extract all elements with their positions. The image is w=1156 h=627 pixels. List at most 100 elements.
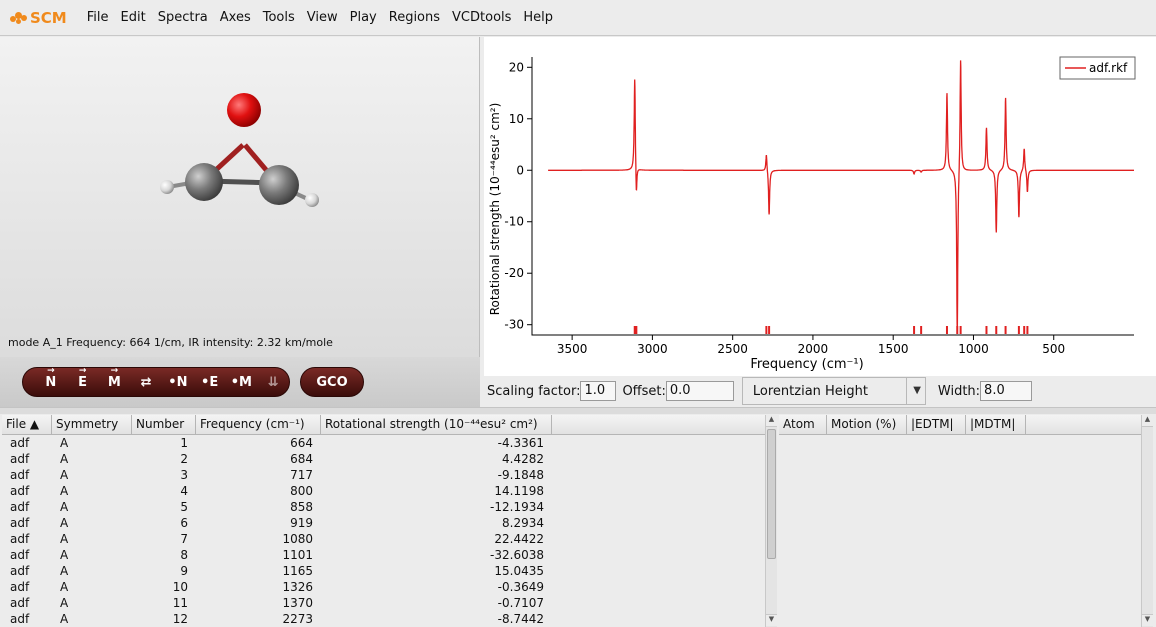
atoms-table: Atom Motion (%) |EDTM| |MDTM| (779, 415, 1141, 627)
table-cell: adf (10, 612, 30, 626)
table-row[interactable]: adf A 2 684 4.4282 (2, 451, 766, 467)
menu-bar: SCM File Edit Spectra Axes Tools View Pl… (0, 0, 1156, 36)
table-row[interactable]: adf A 8 1101 -32.6038 (2, 547, 766, 563)
table-row[interactable]: adf A 12 2273 -8.7442 (2, 611, 766, 627)
menu-play[interactable]: Play (344, 10, 383, 25)
table-cell: 7 (180, 532, 188, 546)
swap-arrows-button[interactable]: ⇄ (130, 375, 162, 390)
scroll-down-icon[interactable]: ▼ (1142, 614, 1153, 626)
menu-edit[interactable]: Edit (115, 10, 152, 25)
table-cell: 22.4422 (494, 532, 544, 546)
vector-e-button[interactable]: → E (67, 366, 99, 390)
dot-e-button[interactable]: •E (194, 375, 226, 390)
table-cell: 10 (172, 580, 188, 594)
menu-spectra[interactable]: Spectra (152, 10, 214, 25)
table-cell: 9 (180, 564, 188, 578)
lineshape-select[interactable]: Lorentzian Height ▼ (741, 377, 926, 405)
table-cell: adf (10, 564, 30, 578)
table-cell: 8.2934 (502, 516, 544, 530)
table-row[interactable]: adf A 4 800 14.1198 (2, 483, 766, 499)
column-header-rotational-strength[interactable]: Rotational strength (10⁻⁴⁴esu² cm²) (321, 415, 552, 434)
table-cell: 717 (290, 468, 313, 482)
menu-help[interactable]: Help (517, 10, 559, 25)
table-row[interactable]: adf A 3 717 -9.1848 (2, 467, 766, 483)
menu-view[interactable]: View (301, 10, 344, 25)
menu-regions[interactable]: Regions (383, 10, 446, 25)
molecule-viewer[interactable]: mode A_1 Frequency: 664 1/cm, IR intensi… (0, 37, 480, 357)
panel-splitter[interactable] (0, 407, 1156, 414)
column-header-motion[interactable]: Motion (%) (827, 415, 907, 434)
table-row[interactable]: adf A 1 664 -4.3361 (2, 435, 766, 451)
offset-input[interactable]: 0.0 (665, 381, 734, 401)
x-axis-label: Frequency (cm⁻¹) (750, 357, 863, 372)
scaling-factor-input[interactable]: 1.0 (580, 381, 617, 401)
table-cell: 4.4282 (502, 452, 544, 466)
offset-label: Offset: (622, 383, 666, 399)
table-row[interactable]: adf A 7 1080 22.4422 (2, 531, 766, 547)
vector-n-button[interactable]: → N (35, 366, 67, 390)
width-input[interactable]: 8.0 (980, 381, 1033, 401)
y-tick-label: -30 (504, 318, 524, 332)
scroll-up-icon[interactable]: ▲ (766, 415, 777, 427)
hydrogen-atom-right (305, 193, 319, 207)
menu-tools[interactable]: Tools (257, 10, 301, 25)
table-row[interactable]: adf A 5 858 -12.1934 (2, 499, 766, 515)
scroll-thumb[interactable] (767, 429, 776, 559)
table-cell: A (60, 500, 69, 514)
table-cell: -0.3649 (497, 580, 544, 594)
scroll-up-icon[interactable]: ▲ (1142, 415, 1153, 427)
dropdown-arrow-icon: ▼ (906, 378, 921, 404)
menu-file[interactable]: File (81, 10, 115, 25)
table-cell: -12.1934 (490, 500, 544, 514)
table-cell: adf (10, 516, 30, 530)
table-row[interactable]: adf A 9 1165 15.0435 (2, 563, 766, 579)
oxygen-atom (227, 93, 261, 127)
scm-logo[interactable]: SCM (10, 9, 67, 27)
vector-m-button[interactable]: → M (99, 366, 131, 390)
table-cell: adf (10, 452, 30, 466)
y-axis-label: Rotational strength (10⁻⁴⁴esu² cm²) (488, 103, 502, 316)
table-cell: adf (10, 500, 30, 514)
x-tick-label: 1500 (878, 342, 909, 356)
atoms-table-scrollbar[interactable]: ▲ ▼ (1141, 415, 1153, 627)
carbon-atom-left (185, 163, 223, 201)
table-row[interactable]: adf A 11 1370 -0.7107 (2, 595, 766, 611)
table-cell: 8 (180, 548, 188, 562)
table-cell: 2273 (282, 612, 313, 626)
column-header-atom[interactable]: Atom (779, 415, 827, 434)
axis-lines (531, 57, 1134, 336)
menu-vcdtools[interactable]: VCDtools (446, 10, 517, 25)
table-cell: 12 (172, 612, 188, 626)
column-header-symmetry[interactable]: Symmetry (52, 415, 132, 434)
vector-toolbar: → N → E → M ⇄ •N •E •M ⇊ GCO (0, 357, 480, 407)
table-cell: A (60, 612, 69, 626)
table-row[interactable]: adf A 6 919 8.2934 (2, 515, 766, 531)
column-header-number[interactable]: Number (132, 415, 196, 434)
dot-m-button[interactable]: •M (226, 375, 258, 390)
table-cell: 6 (180, 516, 188, 530)
table-cell: 2 (180, 452, 188, 466)
table-cell: 3 (180, 468, 188, 482)
table-cell: 14.1198 (494, 484, 544, 498)
dot-n-button[interactable]: •N (162, 375, 194, 390)
table-row[interactable]: adf A 10 1326 -0.3649 (2, 579, 766, 595)
molecule-render[interactable] (0, 37, 480, 357)
modes-table-scrollbar[interactable]: ▲ ▼ (765, 415, 777, 627)
table-cell: adf (10, 548, 30, 562)
column-header-file[interactable]: File ▲ (2, 415, 52, 434)
table-cell: 1370 (282, 596, 313, 610)
hydrogen-atom-left (160, 180, 174, 194)
column-header-edtm[interactable]: |EDTM| (907, 415, 966, 434)
spectrum-chart[interactable]: 20 10 0 -10 -20 -30 3500 3000 2500 2000 1500 1000 5… (484, 37, 1156, 376)
spectrum-plot[interactable]: 20 10 0 -10 -20 -30 3500 3000 2500 2000 1500 1000 5… (484, 37, 1156, 376)
table-cell: 1101 (282, 548, 313, 562)
menu-axes[interactable]: Axes (214, 10, 257, 25)
gco-button[interactable]: GCO (300, 367, 364, 397)
logo-text: SCM (30, 8, 67, 27)
table-cell: -9.1848 (497, 468, 544, 482)
scroll-down-icon[interactable]: ▼ (766, 614, 777, 626)
column-header-mdtm[interactable]: |MDTM| (966, 415, 1026, 434)
down-arrows-button[interactable]: ⇊ (257, 375, 289, 390)
table-cell: adf (10, 580, 30, 594)
column-header-frequency[interactable]: Frequency (cm⁻¹) (196, 415, 321, 434)
